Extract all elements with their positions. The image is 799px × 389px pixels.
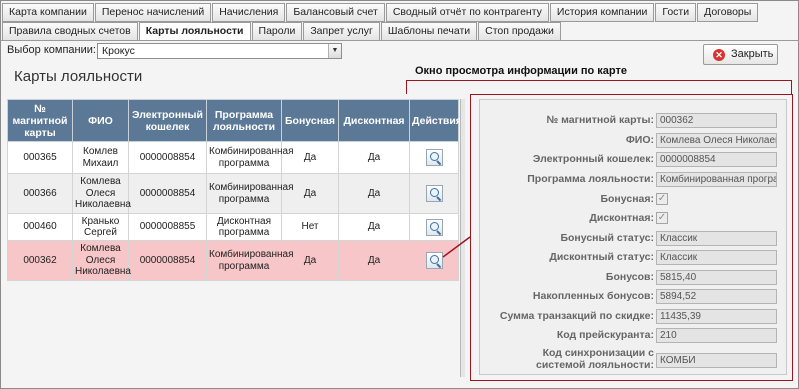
field-name-label: ФИО: <box>625 134 654 146</box>
field-name-input[interactable]: Комлева Олеся Николаевн <box>656 133 777 148</box>
field-bonus-label: Бонусная: <box>600 193 654 205</box>
field-price-code: Код прейскуранта: 210 <box>479 326 787 346</box>
field-sync-code-input[interactable]: КОМБИ <box>656 353 777 368</box>
field-discount-status-input[interactable]: Классик <box>656 250 777 265</box>
field-bonuses-label: Бонусов: <box>605 271 654 283</box>
field-bonus-status: Бонусный статус: Классик <box>479 229 787 249</box>
field-name: ФИО: Комлева Олеся Николаевн <box>479 131 787 151</box>
sync-label-line1: Код синхронизации с <box>542 347 654 359</box>
field-program-label: Программа лояльности: <box>527 173 654 185</box>
field-wallet-label: Электронный кошелек: <box>532 153 654 165</box>
field-bonuses-input[interactable]: 5815,40 <box>656 270 777 285</box>
field-card-label: № магнитной карты: <box>546 114 654 126</box>
field-wallet: Электронный кошелек: 0000008854 <box>479 150 787 170</box>
field-wallet-input[interactable]: 0000008854 <box>656 152 777 167</box>
field-card: № магнитной карты: 000362 <box>479 111 787 131</box>
field-accumulated-input[interactable]: 5894,52 <box>656 289 777 304</box>
field-discount-status-label: Дисконтный статус: <box>549 251 654 263</box>
discount-checkbox[interactable]: ✓ <box>656 212 668 224</box>
field-discount-status: Дисконтный статус: Классик <box>479 248 787 268</box>
sync-label-line2: системой лояльности: <box>535 359 654 371</box>
field-accumulated-label: Накопленных бонусов: <box>532 290 654 302</box>
field-transactions-sum-label: Сумма транзакций по скидке: <box>499 310 654 322</box>
bonus-checkbox[interactable]: ✓ <box>656 193 668 205</box>
field-program-input[interactable]: Комбинированная програм <box>656 172 777 187</box>
field-program: Программа лояльности: Комбинированная пр… <box>479 170 787 190</box>
field-bonuses: Бонусов: 5815,40 <box>479 268 787 288</box>
field-card-input[interactable]: 000362 <box>656 113 777 128</box>
field-sync-code-label: Код синхронизации с системой лояльности: <box>536 347 654 371</box>
field-discount-label: Дисконтная: <box>589 212 654 224</box>
field-bonus-status-input[interactable]: Классик <box>656 231 777 246</box>
field-bonus: Бонусная: ✓ <box>479 190 787 210</box>
field-transactions-sum-input[interactable]: 11435,39 <box>656 309 777 324</box>
field-discount: Дисконтная: ✓ <box>479 209 787 229</box>
field-price-code-input[interactable]: 210 <box>656 328 777 343</box>
field-price-code-label: Код прейскуранта: <box>556 329 654 341</box>
field-transactions-sum: Сумма транзакций по скидке: 11435,39 <box>479 307 787 327</box>
connector-line <box>442 236 471 258</box>
field-bonus-status-label: Бонусный статус: <box>560 232 654 244</box>
field-sync-code: Код синхронизации с системой лояльности:… <box>479 347 787 371</box>
field-accumulated: Накопленных бонусов: 5894,52 <box>479 287 787 307</box>
